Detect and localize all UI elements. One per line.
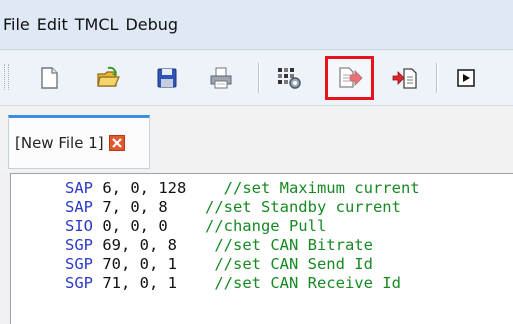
new-file-icon	[41, 67, 58, 89]
code-line: SGP 71, 0, 1 //set CAN Receive Id	[65, 274, 401, 293]
code-args: 7, 0, 8	[93, 198, 168, 216]
code-comment: //set CAN Bitrate	[214, 236, 373, 254]
code-padding	[177, 255, 214, 273]
menu-edit[interactable]: Edit	[37, 15, 68, 34]
run-button[interactable]	[453, 65, 479, 91]
code-args: 69, 0, 8	[93, 236, 177, 254]
download-button-highlight	[325, 56, 374, 100]
code-editor[interactable]: SAP 6, 0, 128 //set Maximum current SAP …	[10, 173, 513, 324]
toolbar-grip[interactable]	[4, 64, 9, 90]
code-comment: //set Standby current	[204, 198, 401, 216]
code-line: SGP 70, 0, 1 //set CAN Send Id	[65, 255, 373, 274]
printer-icon	[210, 67, 232, 89]
tab-close-button[interactable]	[108, 135, 125, 151]
code-padding	[168, 217, 205, 235]
tab-label: [New File 1]	[15, 134, 104, 152]
open-folder-icon	[97, 66, 120, 87]
toolbar-separator	[436, 63, 438, 93]
code-padding	[177, 236, 214, 254]
code-command: SGP	[65, 236, 93, 254]
code-comment: //set CAN Receive Id	[214, 274, 401, 292]
code-command: SGP	[65, 255, 93, 273]
tab-bar: [New File 1]	[0, 106, 513, 173]
code-line: SAP 7, 0, 8 //set Standby current	[65, 198, 401, 217]
code-padding	[168, 198, 205, 216]
print-button[interactable]	[208, 65, 234, 91]
code-line: SIO 0, 0, 0 //change Pull	[65, 217, 326, 236]
code-line: SAP 6, 0, 128 //set Maximum current	[65, 179, 420, 198]
tab-new-file-1[interactable]: [New File 1]	[8, 115, 150, 169]
code-comment: //set CAN Send Id	[214, 255, 373, 273]
code-args: 0, 0, 0	[93, 217, 168, 235]
close-icon	[111, 138, 122, 148]
save-file-button[interactable]	[154, 65, 180, 91]
menu-bar: File Edit TMCL Debug	[0, 0, 513, 50]
code-command: SAP	[65, 179, 93, 197]
assemble-button[interactable]	[276, 65, 302, 91]
code-args: 71, 0, 1	[93, 274, 177, 292]
code-padding	[186, 179, 223, 197]
stop-button[interactable]	[392, 65, 418, 91]
code-command: SAP	[65, 198, 93, 216]
menu-tmcl[interactable]: TMCL	[75, 15, 119, 34]
run-icon	[457, 69, 475, 87]
menu-file[interactable]: File	[3, 15, 30, 34]
code-args: 6, 0, 128	[93, 179, 187, 197]
toolbar	[0, 51, 513, 106]
code-command: SGP	[65, 274, 93, 292]
code-padding	[177, 274, 214, 292]
code-comment: //change Pull	[204, 217, 327, 235]
code-command: SIO	[65, 217, 93, 235]
assemble-icon	[278, 68, 301, 89]
stop-download-icon	[392, 68, 417, 89]
floppy-disk-icon	[157, 68, 177, 88]
code-args: 70, 0, 1	[93, 255, 177, 273]
code-line: SGP 69, 0, 8 //set CAN Bitrate	[65, 236, 373, 255]
open-file-button[interactable]	[95, 65, 121, 91]
toolbar-separator	[258, 63, 260, 93]
code-comment: //set Maximum current	[223, 179, 420, 197]
new-file-button[interactable]	[36, 65, 62, 91]
menu-debug[interactable]: Debug	[125, 15, 178, 34]
